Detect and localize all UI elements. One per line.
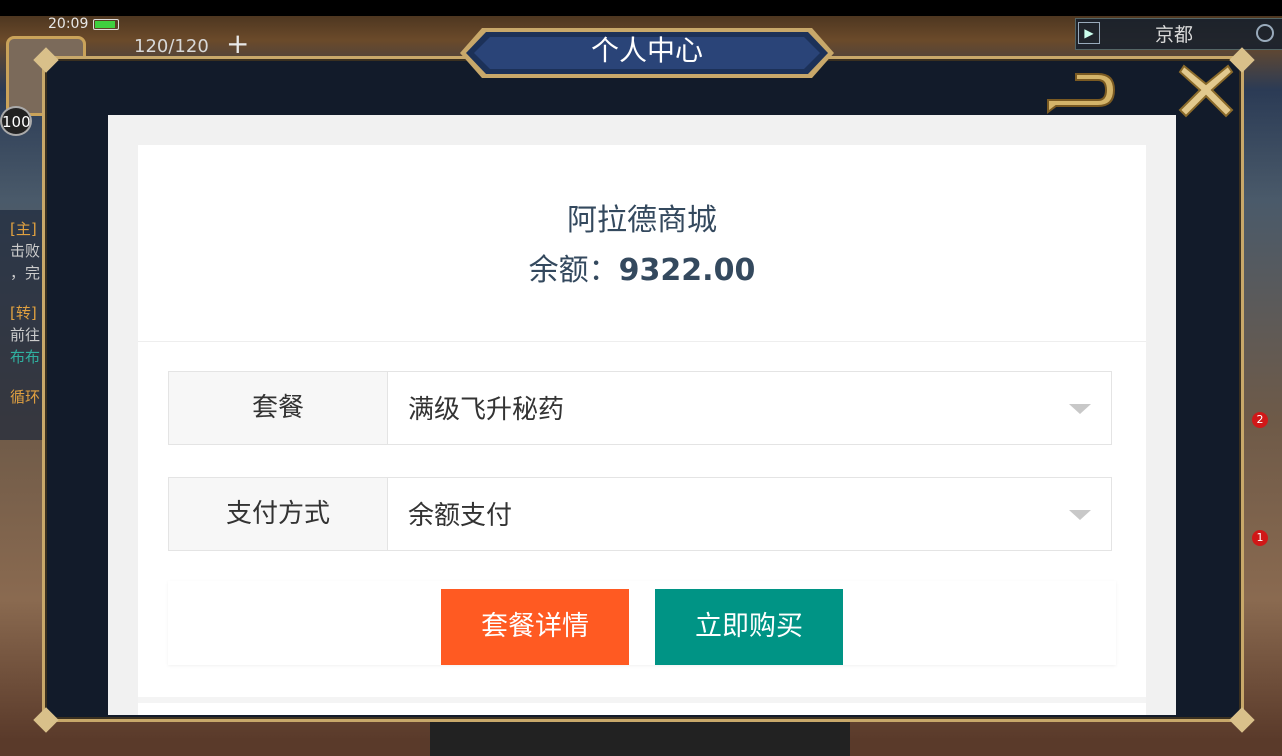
quest-line: 循环 [10,388,41,406]
quest-line: [转] [10,304,37,322]
back-button[interactable] [1046,66,1120,116]
battery-icon [93,19,119,30]
notification-badge: 2 [1252,412,1268,428]
package-label: 套餐 [169,372,388,444]
quest-line: 布布 [10,348,41,366]
expand-arrow-icon[interactable]: ▶ [1078,22,1100,44]
balance-label: 余额： [528,253,619,288]
quest-line: 击败 [10,242,41,260]
quest-line: [主] [10,220,37,238]
status-time: 20:09 [48,16,89,32]
close-button[interactable] [1178,62,1234,118]
package-select[interactable]: 满级飞升秘药 [388,372,1111,444]
modal-title: 个人中心 [590,34,703,67]
balance-line: 余额：9322.00 [108,245,1176,289]
divider [138,341,1146,342]
add-energy-button[interactable]: + [226,30,249,58]
status-bar [0,0,1282,16]
chevron-down-icon [1069,510,1091,520]
action-bar: 套餐详情 立即购买 [168,581,1116,665]
bottom-bar [430,722,850,756]
player-level-badge: 100 [0,106,32,136]
notification-badge: 1 [1252,530,1268,546]
package-details-button[interactable]: 套餐详情 [441,589,629,665]
search-icon[interactable] [1256,24,1274,42]
back-arrow-icon [1047,73,1116,114]
balance-value: 9322.00 [618,253,756,288]
store-webview: 阿拉德商城 余额：9322.00 套餐 满级飞升秘药 支付方式 余额支付 套餐详… [108,115,1176,715]
quest-line: 前往 [10,326,41,344]
quest-line: ，完 [10,264,41,282]
payment-label: 支付方式 [169,478,388,550]
store-name: 阿拉德商城 [567,203,717,238]
package-row: 套餐 满级飞升秘药 [168,371,1112,445]
package-select-value: 满级飞升秘药 [408,395,565,425]
divider [138,697,1146,703]
close-x-icon [1178,64,1234,118]
location-name: 京都 [1155,24,1194,46]
payment-row: 支付方式 余额支付 [168,477,1112,551]
energy-counter: 120/120 [134,36,209,57]
buy-now-button[interactable]: 立即购买 [655,589,843,665]
payment-select-value: 余额支付 [408,501,513,531]
payment-select[interactable]: 余额支付 [388,478,1111,550]
chevron-down-icon [1069,404,1091,414]
